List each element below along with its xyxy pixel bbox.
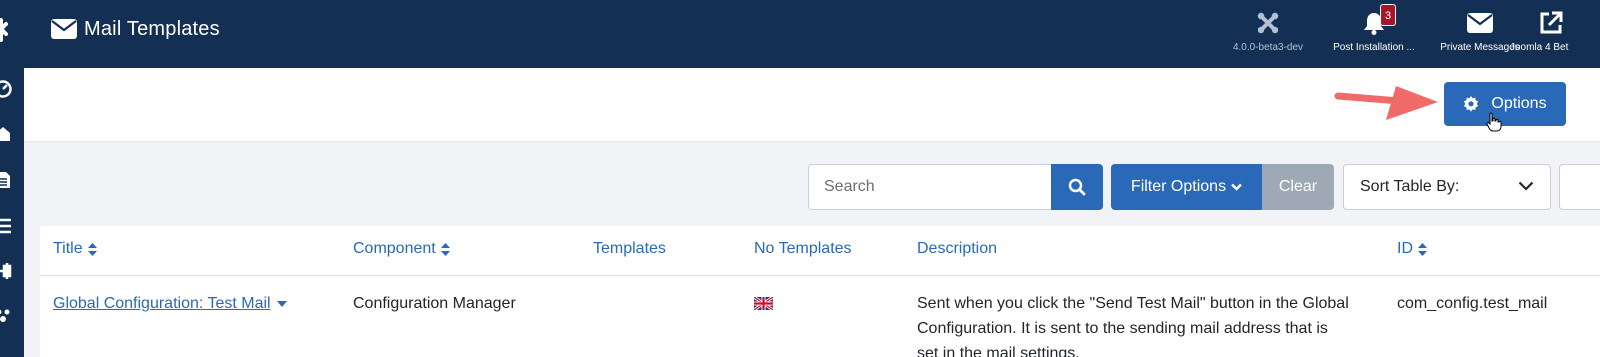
filter-options-button[interactable]: Filter Options: [1111, 164, 1262, 210]
column-id-header[interactable]: ID: [1397, 240, 1427, 258]
joomla-logo-icon[interactable]: [0, 18, 14, 48]
clear-label: Clear: [1278, 178, 1318, 195]
notification-badge: 3: [1380, 4, 1396, 26]
version-label: 4.0.0-beta3-dev: [1232, 42, 1304, 53]
gear-icon: [1464, 96, 1479, 112]
column-no-templates-header: No Templates: [754, 240, 852, 258]
joomla-icon: [1257, 12, 1279, 34]
uk-flag-icon: [754, 297, 773, 310]
id-cell: com_config.test_mail: [1397, 295, 1548, 312]
options-button[interactable]: Options: [1444, 82, 1566, 126]
filter-options-label: Filter Options: [1130, 178, 1227, 195]
description-line: Configuration. It is sent to the sending…: [917, 320, 1328, 337]
page-title-wrap: Mail Templates: [51, 14, 220, 44]
sort-icon: [440, 242, 450, 256]
column-templates-header: Templates: [593, 240, 666, 258]
top-header: Mail Templates 4.0.0-beta3-dev 3 Post In…: [0, 0, 1600, 68]
sort-icon: [87, 242, 97, 256]
search-icon: [1068, 178, 1086, 196]
column-label: Component: [353, 240, 436, 257]
header-post-installation[interactable]: 3 Post Installation ...: [1318, 4, 1430, 53]
table-header: Title Component Templates No Templates D…: [40, 226, 1600, 276]
annotation-arrow-icon: [1334, 86, 1438, 120]
column-description-header: Description: [917, 240, 997, 258]
site-link-label: Joomla 4 Bet: [1510, 42, 1569, 53]
puzzle-icon[interactable]: [0, 125, 12, 143]
chevron-down-icon: [1518, 181, 1534, 191]
page-title: Mail Templates: [84, 17, 220, 40]
external-link-icon: [1540, 11, 1563, 34]
mail-templates-table: Title Component Templates No Templates D…: [40, 226, 1600, 357]
chevron-down-icon: [1231, 183, 1242, 191]
column-component-header[interactable]: Component: [353, 240, 450, 258]
hand-cursor-icon: [1486, 112, 1502, 132]
list-limit-select[interactable]: [1559, 164, 1600, 210]
table-row: Global Configuration: Test Mail Configur…: [40, 277, 1600, 357]
envelope-icon: [51, 19, 77, 39]
header-site-link[interactable]: Joomla 4 Bet: [1510, 10, 1600, 53]
description-line: Sent when you click the "Send Test Mail"…: [917, 295, 1349, 312]
plug-icon[interactable]: [0, 262, 12, 280]
sort-table-select[interactable]: Sort Table By:: [1343, 164, 1551, 210]
search-input[interactable]: [808, 164, 1052, 210]
description-line: set in the mail settings.: [917, 345, 1080, 357]
search-button[interactable]: [1051, 164, 1103, 210]
template-title: Global Configuration: Test Mail: [53, 295, 271, 312]
sidebar: [0, 68, 24, 357]
column-label: Title: [53, 240, 83, 257]
column-label: Description: [917, 240, 998, 257]
description-cell: Sent when you click the "Send Test Mail"…: [917, 291, 1387, 357]
clear-button[interactable]: Clear: [1262, 164, 1334, 210]
dashboard-icon[interactable]: [0, 80, 12, 98]
component-cell: Configuration Manager: [353, 295, 516, 312]
options-label: Options: [1491, 95, 1547, 112]
sort-select-label: Sort Table By:: [1360, 178, 1460, 195]
column-label: ID: [1397, 240, 1413, 257]
sort-icon: [1418, 242, 1427, 256]
column-label: Templates: [593, 240, 666, 257]
users-icon[interactable]: [0, 308, 12, 326]
caret-down-icon[interactable]: [276, 300, 287, 307]
list-icon[interactable]: [0, 217, 12, 235]
envelope-icon: [1467, 13, 1493, 33]
post-installation-label: Post Installation ...: [1333, 42, 1415, 53]
header-version[interactable]: 4.0.0-beta3-dev: [1218, 10, 1318, 53]
column-title-header[interactable]: Title: [53, 240, 97, 258]
column-label: No Templates: [754, 240, 852, 257]
template-title-link[interactable]: Global Configuration: Test Mail: [53, 291, 287, 316]
file-icon[interactable]: [0, 171, 12, 189]
